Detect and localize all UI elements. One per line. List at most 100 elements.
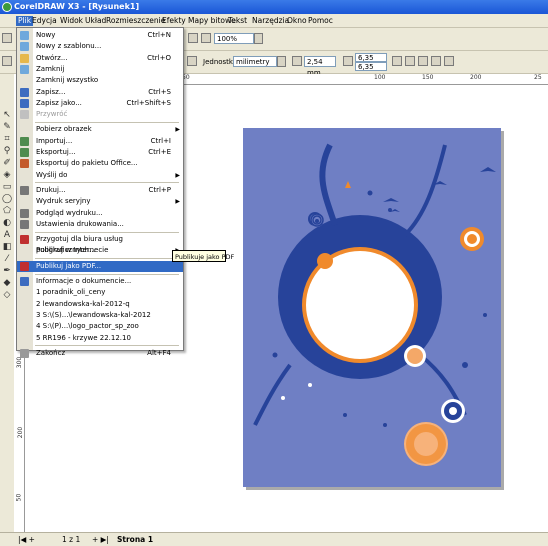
file-menu-item-12[interactable]: Wyślij do ▶ xyxy=(17,170,183,181)
file-menu-item-20[interactable]: Informacje o dokumencie... xyxy=(17,276,183,287)
file-menu-item-label: 2 lewandowska-kal-2012-q xyxy=(36,299,130,308)
menu-4[interactable]: Rozmieszczenie xyxy=(104,16,167,26)
interactive-fill-icon[interactable]: ◇ xyxy=(2,290,12,300)
file-menu-item-label: Drukuj... xyxy=(36,185,66,194)
file-menu-item-7: Przywróć xyxy=(17,109,183,120)
pick-tool-icon[interactable]: ↖ xyxy=(2,110,12,120)
file-menu-item-9[interactable]: Importuj... Ctrl+I xyxy=(17,136,183,147)
revert-icon xyxy=(20,110,29,120)
menu-separator xyxy=(35,231,179,233)
file-menu-item-14[interactable]: Wydruk seryjny ▶ xyxy=(17,196,183,207)
file-menu-item-21[interactable]: 1 poradnik_oli_ceny xyxy=(17,287,183,298)
file-menu-item-label: 3 S:\(S)...\lewandowska-kal-2012 xyxy=(36,310,151,319)
file-menu-item-4[interactable]: Zamknij wszystko xyxy=(17,75,183,86)
menu-7[interactable]: Tekst xyxy=(226,16,249,26)
ellipse-tool-icon[interactable]: ◯ xyxy=(2,194,12,204)
menu-separator xyxy=(35,121,179,123)
h-ruler-tick: 200 xyxy=(470,74,482,81)
print-icon xyxy=(20,185,29,195)
file-menu-item-6[interactable]: Zapisz jako... Ctrl+Shift+S xyxy=(17,98,183,109)
coreldraw-app-icon[interactable] xyxy=(2,2,12,12)
file-menu-item-label: Wyślij do xyxy=(36,170,68,179)
polygon-tool-icon[interactable]: ⬠ xyxy=(2,206,12,216)
title-bar: CorelDRAW X3 - [Rysunek1] xyxy=(0,0,548,14)
rectangle-tool-icon[interactable]: ▭ xyxy=(2,182,12,192)
file-menu-item-label: Zamknij wszystko xyxy=(36,76,99,85)
file-menu-item-label: Eksportuj do pakietu Office... xyxy=(36,159,138,168)
units-select[interactable]: milimetry xyxy=(233,56,277,67)
file-menu-item-25[interactable]: 5 RR196 - krzywe 22.12.10 xyxy=(17,333,183,344)
duplicate-y-field[interactable]: 6,35 mm xyxy=(355,62,387,80)
file-menu-item-2[interactable]: Otwórz... Ctrl+O xyxy=(17,53,183,64)
file-menu-item-label: Nowy xyxy=(36,31,56,39)
export-icon xyxy=(20,148,29,157)
submenu-tooltip: Publikuje jako PDF xyxy=(172,250,234,262)
next-page-button[interactable]: + ▶| xyxy=(92,535,109,544)
file-menu-item-16[interactable]: Ustawienia drukowania... xyxy=(17,219,183,230)
application-launcher-icon[interactable] xyxy=(201,33,211,43)
file-menu-item-22[interactable]: 2 lewandowska-kal-2012-q xyxy=(17,299,183,310)
submenu-arrow-icon: ▶ xyxy=(175,198,180,206)
duplicate-x-field[interactable]: 6,35 mm xyxy=(355,53,387,71)
import-icon xyxy=(20,136,29,146)
file-menu-item-18[interactable]: Publikuj w Internecie▶ xyxy=(17,245,183,256)
open-folder-icon xyxy=(20,53,29,63)
zoom-field[interactable]: 100% xyxy=(214,33,254,44)
file-menu-item-15[interactable]: Podgląd wydruku... xyxy=(17,208,183,219)
interactive-blend-icon[interactable]: ◧ xyxy=(2,242,12,252)
menu-10[interactable]: Pomoc xyxy=(306,16,335,26)
file-menu-item-3[interactable]: Zamknij xyxy=(17,64,183,75)
text-tool-icon[interactable]: A xyxy=(2,230,12,240)
file-menu-item-0[interactable]: Nowy Ctrl+N xyxy=(17,30,183,41)
nudge-field[interactable]: 2,54 mm xyxy=(304,56,336,77)
file-menu-item-8[interactable]: Pobierz obrazek ▶ xyxy=(17,124,183,135)
exit-icon xyxy=(20,348,29,358)
freehand-tool-icon[interactable]: ✐ xyxy=(2,158,12,168)
menu-separator xyxy=(35,273,179,275)
zoom-tool-icon[interactable]: ⚲ xyxy=(2,146,12,156)
dynamic-guides-icon[interactable] xyxy=(431,56,441,66)
file-menu-item-24[interactable]: 4 S:\(P)...\logo_pactor_sp_zoo xyxy=(17,321,183,332)
shape-tool-icon[interactable]: ✎ xyxy=(2,122,12,132)
file-menu-item-5[interactable]: Zapisz... Ctrl+S xyxy=(17,87,183,98)
smart-fill-icon[interactable]: ◈ xyxy=(2,170,12,180)
first-page-button[interactable]: |◀ + xyxy=(18,535,35,544)
eyedropper-icon[interactable]: ⁄ xyxy=(2,254,12,264)
snap-icon[interactable] xyxy=(418,56,428,66)
close-document-icon xyxy=(20,64,29,74)
paste-icon[interactable] xyxy=(188,33,198,43)
window-title: CorelDRAW X3 - [Rysunek1] xyxy=(14,2,140,11)
file-menu-item-17[interactable]: Przygotuj dla biura usług poligraficznyc… xyxy=(17,234,183,254)
h-ruler-tick: 100 xyxy=(374,74,386,81)
file-menu-item-label: Zapisz jako... xyxy=(36,98,82,107)
outline-tool-icon[interactable]: ✒ xyxy=(2,266,12,276)
file-menu-item-label: Publikuj w Internecie xyxy=(36,246,109,255)
basic-shapes-icon[interactable]: ◐ xyxy=(2,218,12,228)
menu-2[interactable]: Widok xyxy=(58,16,85,26)
chevron-down-icon[interactable] xyxy=(277,56,286,67)
page-tab[interactable]: Strona 1 xyxy=(117,535,153,544)
file-menu-item-23[interactable]: 3 S:\(S)...\lewandowska-kal-2012 xyxy=(17,310,183,321)
file-menu-item-13[interactable]: Drukuj... Ctrl+P xyxy=(17,185,183,196)
page-size-icon[interactable] xyxy=(2,56,12,66)
options-icon[interactable] xyxy=(444,56,454,66)
chevron-down-icon[interactable] xyxy=(254,33,263,44)
portrait-icon[interactable] xyxy=(187,56,197,66)
v-ruler-tick: 200 xyxy=(17,426,25,439)
treat-as-filled-icon[interactable] xyxy=(405,56,415,66)
file-menu-item-label: Zamknij xyxy=(36,64,65,73)
file-menu-item-1[interactable]: Nowy z szablonu... xyxy=(17,41,183,52)
toolbox: ↖ ✎ ⌗ ⚲ ✐ ◈ ▭ ◯ ⬠ ◐ A ◧ ⁄ ✒ ◆ ◇ xyxy=(0,74,15,532)
file-menu-item-11[interactable]: Eksportuj do pakietu Office... xyxy=(17,158,183,169)
menu-5[interactable]: Efekty xyxy=(160,16,188,26)
crop-tool-icon[interactable]: ⌗ xyxy=(2,134,12,144)
units-icon[interactable] xyxy=(392,56,402,66)
new-icon[interactable] xyxy=(2,33,12,43)
file-menu-item-26[interactable]: Zakończ Alt+F4 xyxy=(17,348,183,359)
save-as-icon xyxy=(20,98,29,108)
file-menu-item-19[interactable]: Publikuj jako PDF... xyxy=(17,260,183,272)
menu-1[interactable]: Edycja xyxy=(30,16,59,26)
file-menu-item-10[interactable]: Eksportuj... Ctrl+E xyxy=(17,147,183,158)
save-icon xyxy=(20,87,29,97)
fill-tool-icon[interactable]: ◆ xyxy=(2,278,12,288)
